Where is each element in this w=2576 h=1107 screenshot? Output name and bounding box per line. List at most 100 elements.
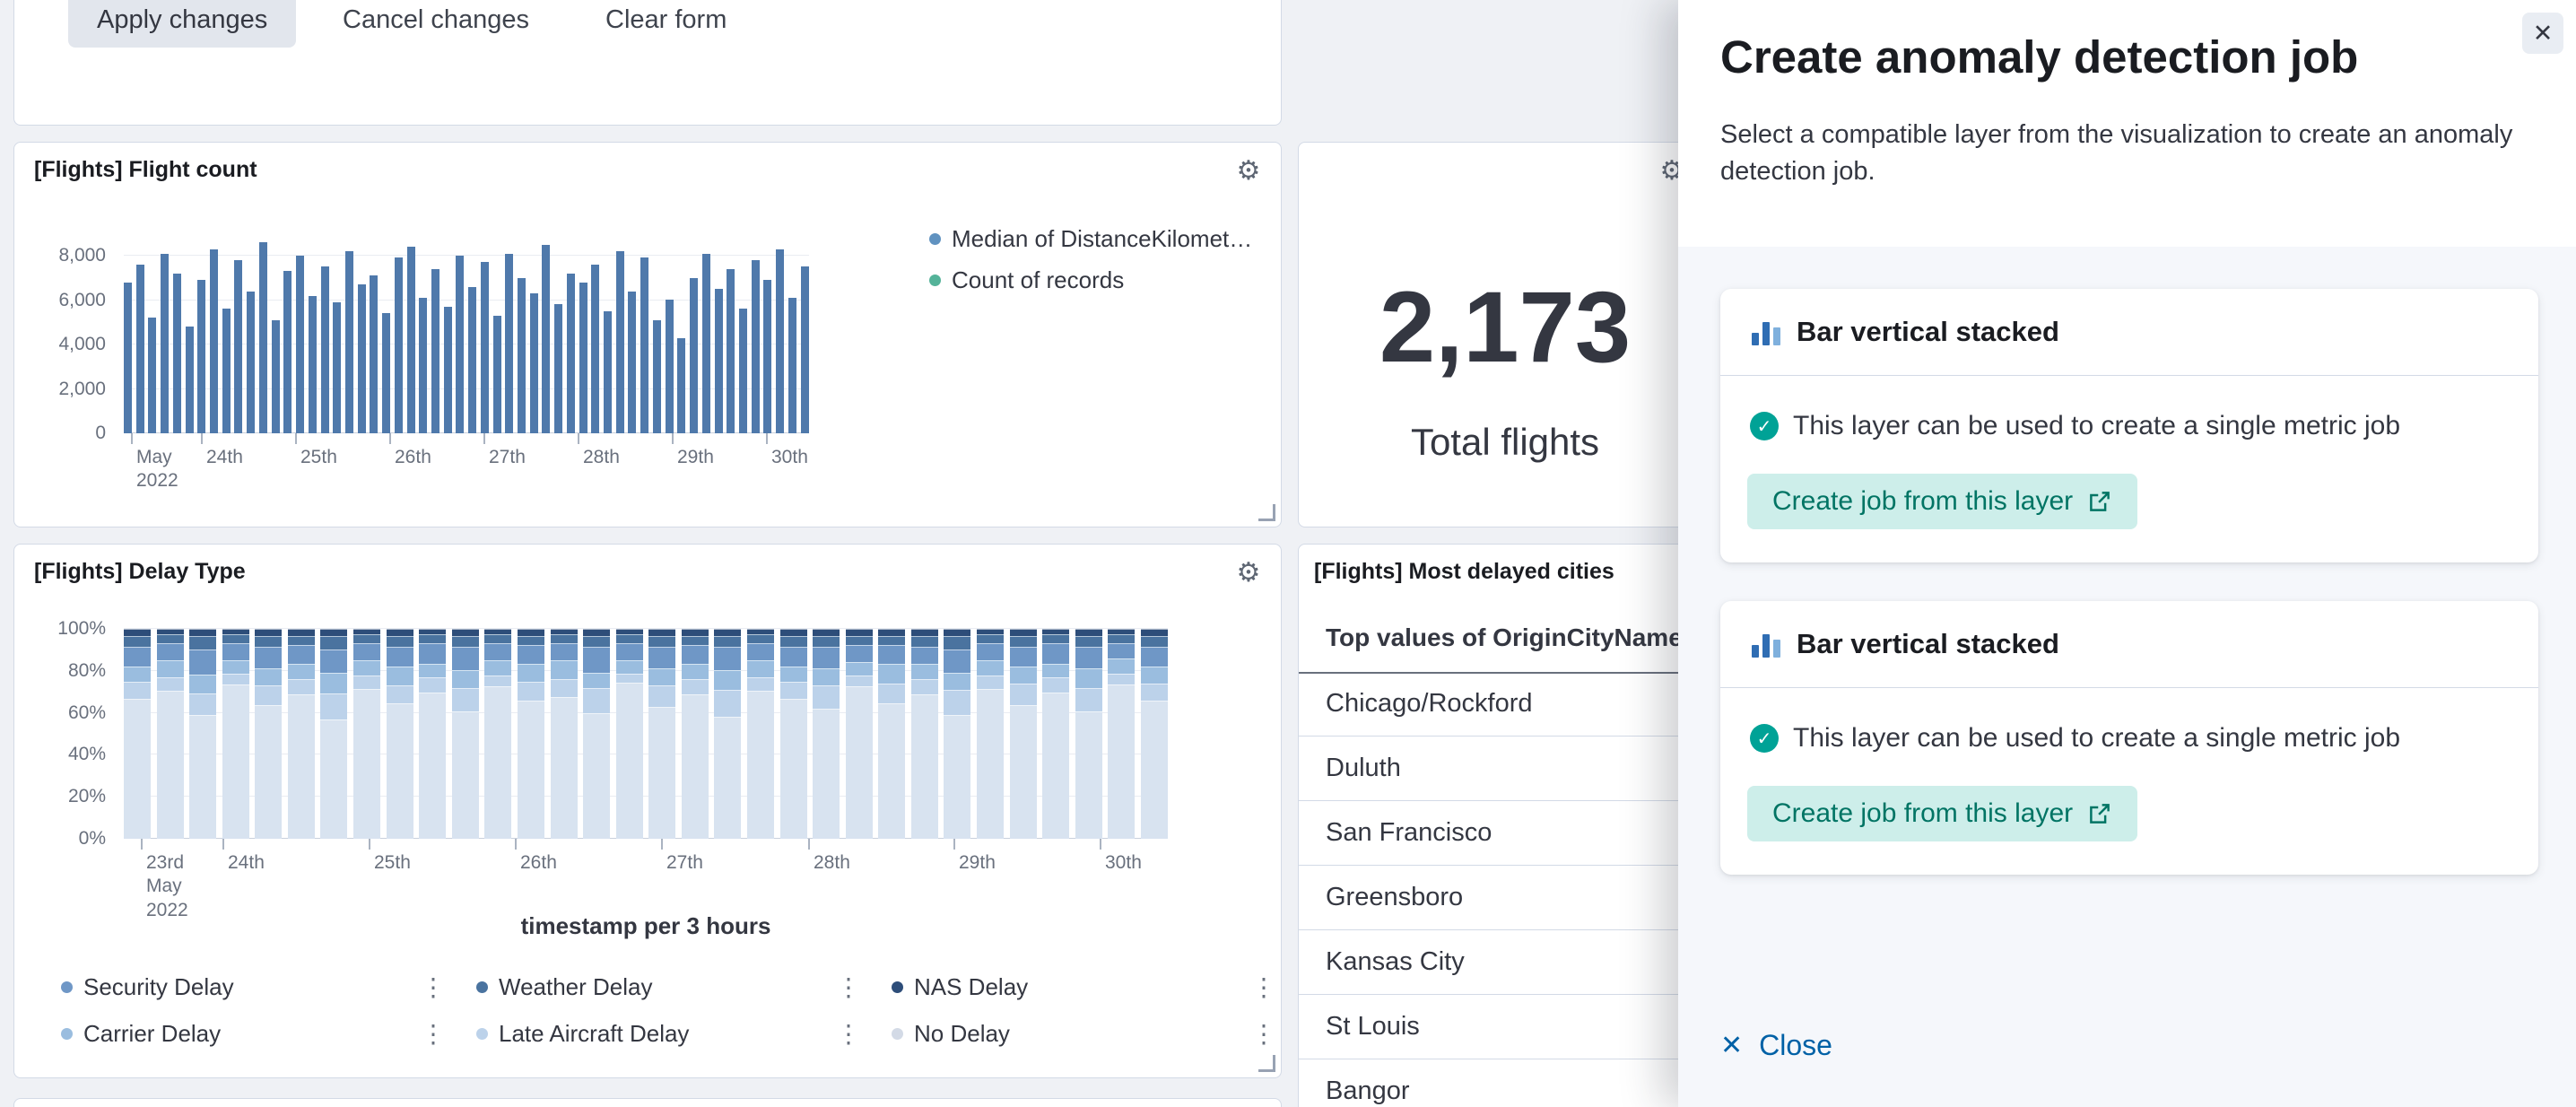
tick-mark xyxy=(483,433,485,444)
legend-item[interactable]: Security Delay⋮ xyxy=(61,966,476,1007)
axis-tick: 26th xyxy=(389,433,431,469)
bar-segment xyxy=(124,636,151,647)
bar-segment xyxy=(813,709,840,839)
bar-segment xyxy=(648,629,675,636)
bar-segment xyxy=(157,691,184,839)
bar xyxy=(878,629,905,839)
legend-options-icon[interactable]: ⋮ xyxy=(413,972,453,1002)
bar-segment xyxy=(255,685,282,705)
bar-segment xyxy=(1075,711,1102,839)
layer-card: Bar vertical stacked ✓ This layer can be… xyxy=(1720,289,2538,562)
bar-segment xyxy=(682,664,709,679)
bar xyxy=(616,629,643,839)
bar-segment xyxy=(977,660,1004,676)
tick-mark xyxy=(141,839,143,850)
flyout-close-button[interactable]: ✕ Close xyxy=(1720,1029,1832,1062)
bar xyxy=(288,629,315,839)
bar-segment xyxy=(1075,629,1102,636)
clear-form-button[interactable]: Clear form xyxy=(605,0,727,48)
tick-mark xyxy=(953,839,955,850)
axis-tick: 24th xyxy=(201,433,243,469)
table-row: San Francisco xyxy=(1299,801,1711,866)
bar-segment xyxy=(1010,667,1037,684)
bar xyxy=(911,629,938,839)
legend-item[interactable]: NAS Delay⋮ xyxy=(892,966,1307,1007)
create-job-button[interactable]: Create job from this layer xyxy=(1747,474,2137,529)
bar-segment xyxy=(878,629,905,636)
bar-segment xyxy=(288,629,315,636)
bar-segment xyxy=(484,643,511,660)
apply-changes-button[interactable]: Apply changes xyxy=(68,0,296,48)
bar xyxy=(484,629,511,839)
bar-segment xyxy=(648,668,675,685)
bar-segment xyxy=(419,643,446,665)
legend-options-icon[interactable]: ⋮ xyxy=(1244,1019,1284,1049)
bar-segment xyxy=(878,703,905,840)
bar xyxy=(395,257,403,433)
bar xyxy=(682,629,709,839)
legend-options-icon[interactable]: ⋮ xyxy=(413,1019,453,1049)
legend-options-icon[interactable]: ⋮ xyxy=(1244,972,1284,1002)
bar-segment xyxy=(780,636,807,647)
gear-icon[interactable]: ⚙ xyxy=(1229,152,1268,191)
bar-segment xyxy=(1042,664,1069,677)
bar-segment xyxy=(222,674,249,684)
table-row: Kansas City xyxy=(1299,930,1711,995)
legend-item[interactable]: No Delay⋮ xyxy=(892,1013,1307,1054)
axis-tick: 27th xyxy=(483,433,526,469)
bar xyxy=(345,251,353,433)
axis-tick-label: 26th xyxy=(389,446,431,469)
close-icon: ✕ xyxy=(1720,1033,1743,1059)
bar xyxy=(272,320,280,433)
resize-handle[interactable] xyxy=(1258,1055,1275,1072)
bar-segment xyxy=(813,636,840,647)
bar-segment xyxy=(813,647,840,668)
legend-item[interactable]: Late Aircraft Delay⋮ xyxy=(476,1013,892,1054)
close-icon[interactable]: ✕ xyxy=(2522,13,2563,54)
tick-mark xyxy=(661,839,663,850)
bar xyxy=(407,247,415,433)
bar-segment xyxy=(583,688,610,713)
legend-item[interactable]: Weather Delay⋮ xyxy=(476,966,892,1007)
flyout-description: Select a compatible layer from the visua… xyxy=(1720,117,2559,190)
create-job-button[interactable]: Create job from this layer xyxy=(1747,786,2137,841)
bar-segment xyxy=(255,636,282,647)
bar-segment xyxy=(551,643,578,660)
axis-tick-label: 29th xyxy=(953,851,996,875)
panel-flight-count: [Flights] Flight count ⚙ 8,0006,0004,000… xyxy=(13,142,1282,527)
bar xyxy=(666,300,674,433)
bar-segment xyxy=(1141,684,1168,701)
legend-item[interactable]: Count of records xyxy=(929,259,1252,301)
bar-segment xyxy=(747,691,774,839)
gear-icon[interactable]: ⚙ xyxy=(1229,554,1268,593)
axis-tick-label: 4,000 xyxy=(58,334,106,355)
bar xyxy=(944,629,970,839)
resize-handle[interactable] xyxy=(1258,504,1275,521)
bar-segment xyxy=(1010,684,1037,705)
layer-card: Bar vertical stacked ✓ This layer can be… xyxy=(1720,601,2538,875)
bar-segment xyxy=(419,634,446,643)
bar xyxy=(259,242,267,433)
create-job-button-label: Create job from this layer xyxy=(1772,798,2073,829)
legend-item[interactable]: Median of DistanceKilomet… xyxy=(929,218,1252,259)
delay-type-plot[interactable] xyxy=(124,629,1168,839)
axis-tick: 28th xyxy=(578,433,620,469)
bar xyxy=(776,249,784,433)
legend-options-icon[interactable]: ⋮ xyxy=(829,972,868,1002)
legend-item[interactable]: Carrier Delay⋮ xyxy=(61,1013,476,1054)
bar xyxy=(616,251,624,433)
create-job-button-label: Create job from this layer xyxy=(1772,486,2073,517)
cancel-changes-button[interactable]: Cancel changes xyxy=(343,0,529,48)
panel-title: [Flights] Delay Type xyxy=(34,559,246,585)
axis-tick-label: 25th xyxy=(369,851,411,875)
legend-options-icon[interactable]: ⋮ xyxy=(829,1019,868,1049)
bar xyxy=(583,629,610,839)
gear-icon[interactable]: ⚙ xyxy=(1229,1103,1268,1107)
bar xyxy=(780,629,807,839)
bar xyxy=(419,629,446,839)
flight-count-plot[interactable] xyxy=(124,238,809,433)
bar xyxy=(296,256,304,433)
bar xyxy=(653,320,661,433)
bar xyxy=(444,307,452,433)
bar-segment xyxy=(484,660,511,676)
